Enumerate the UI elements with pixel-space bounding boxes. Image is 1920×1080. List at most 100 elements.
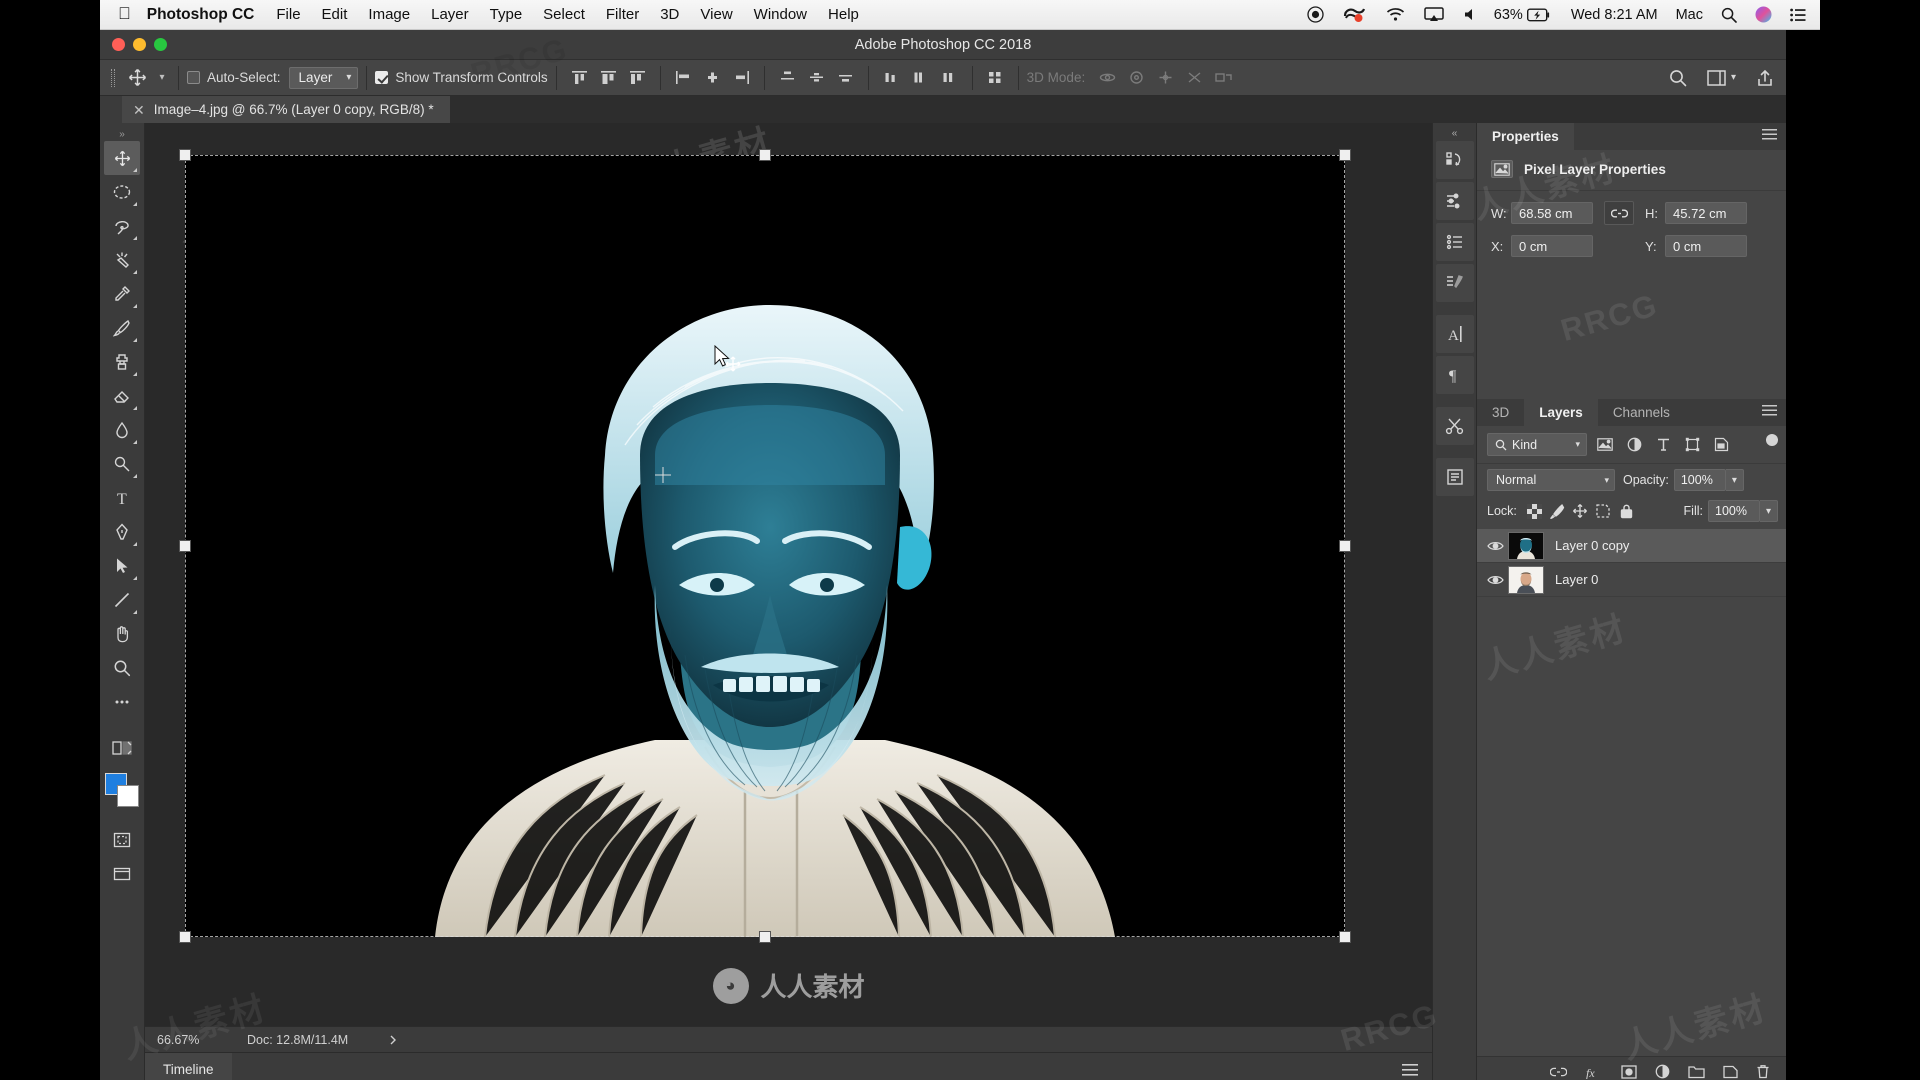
show-transform-controls-checkbox[interactable]	[375, 71, 389, 84]
distribute-top-icon[interactable]	[773, 65, 802, 91]
character-panel-button[interactable]: A	[1435, 315, 1474, 353]
move-tool-icon[interactable]	[120, 65, 154, 91]
history-panel-button[interactable]	[1435, 141, 1474, 179]
new-layer-icon[interactable]	[1723, 1065, 1738, 1079]
share-icon[interactable]	[1756, 69, 1774, 87]
tool-lasso[interactable]	[104, 209, 140, 243]
tool-dodge[interactable]	[104, 447, 140, 481]
battery-status[interactable]: 63%	[1494, 7, 1551, 23]
tab-layers[interactable]: Layers	[1524, 399, 1598, 426]
maximize-window-button[interactable]	[154, 38, 167, 51]
menu-filter[interactable]: Filter	[606, 6, 639, 23]
tool-type[interactable]: T	[104, 481, 140, 515]
blend-mode-dropdown[interactable]: Normal ▾	[1487, 469, 1615, 491]
transform-handle-tl[interactable]	[179, 149, 191, 161]
quick-mask-icon[interactable]	[104, 731, 140, 765]
table-row[interactable]: Layer 0	[1477, 563, 1786, 597]
link-icon[interactable]	[1604, 201, 1634, 225]
notification-center-icon[interactable]	[1790, 8, 1806, 22]
distribute-bottom-icon[interactable]	[831, 65, 860, 91]
layer-style-icon[interactable]: fx	[1585, 1065, 1603, 1079]
tool-hand[interactable]	[104, 617, 140, 651]
apple-icon[interactable]: 	[118, 4, 131, 24]
search-icon[interactable]	[1669, 69, 1687, 87]
tool-clone-stamp[interactable]	[104, 345, 140, 379]
tool-pen[interactable]	[104, 515, 140, 549]
tool-zoom[interactable]	[104, 651, 140, 685]
tool-more[interactable]	[104, 685, 140, 719]
panel-grip-icon[interactable]: »	[119, 127, 125, 141]
libraries-panel-button[interactable]	[1435, 264, 1474, 302]
fill-input[interactable]: 100%	[1708, 500, 1760, 522]
siri-icon[interactable]	[1755, 6, 1772, 23]
menu-type[interactable]: Type	[490, 6, 523, 23]
adjustments-panel-button[interactable]	[1435, 182, 1474, 220]
double-chevron-right-icon[interactable]: «	[1452, 125, 1458, 141]
menu-file[interactable]: File	[276, 6, 300, 23]
transform-handle-bc[interactable]	[759, 931, 771, 943]
workspace-icon[interactable]: ▾	[1707, 69, 1736, 86]
align-distribute-options-icon[interactable]	[981, 65, 1010, 91]
wifi-icon[interactable]	[1386, 7, 1405, 22]
distribute-horizontal-center-icon[interactable]	[906, 65, 935, 91]
close-window-button[interactable]	[112, 38, 125, 51]
lock-all-icon[interactable]	[1615, 500, 1638, 522]
delete-layer-icon[interactable]	[1756, 1064, 1770, 1079]
close-icon[interactable]: ✕	[133, 103, 145, 117]
eye-icon[interactable]	[1482, 540, 1508, 552]
layer-kind-dropdown[interactable]: Kind ▾	[1487, 433, 1587, 456]
notes-panel-button[interactable]	[1435, 458, 1474, 496]
menu-view[interactable]: View	[700, 6, 732, 23]
tool-preset-chevron-icon[interactable]: ▾	[154, 65, 170, 91]
transform-handle-mr[interactable]	[1339, 540, 1351, 552]
layer-thumbnail[interactable]	[1508, 531, 1544, 560]
add-mask-icon[interactable]	[1621, 1064, 1637, 1079]
panel-menu-icon[interactable]	[1762, 405, 1777, 417]
actions-panel-button[interactable]	[1435, 223, 1474, 261]
menu-clock[interactable]: Wed 8:21 AM	[1571, 7, 1658, 23]
tool-line[interactable]	[104, 583, 140, 617]
layer-name[interactable]: Layer 0 copy	[1555, 538, 1629, 553]
tool-blur[interactable]	[104, 413, 140, 447]
options-bar-grip[interactable]	[106, 65, 120, 91]
auto-select-dropdown[interactable]: Layer ▾	[288, 66, 359, 89]
eye-icon[interactable]	[1482, 574, 1508, 586]
lock-artboard-icon[interactable]	[1592, 500, 1615, 522]
menu-window[interactable]: Window	[754, 6, 807, 23]
document-tab[interactable]: ✕ Image–4.jpg @ 66.7% (Layer 0 copy, RGB…	[122, 96, 451, 123]
chevron-right-icon[interactable]	[388, 1034, 398, 1046]
menu-3d[interactable]: 3D	[660, 6, 679, 23]
transform-handle-tc[interactable]	[759, 149, 771, 161]
tab-3d[interactable]: 3D	[1477, 399, 1525, 426]
opacity-chevron-icon[interactable]: ▾	[1725, 469, 1744, 491]
app-name-label[interactable]: Photoshop CC	[147, 6, 255, 24]
screen-recording-icon[interactable]	[1343, 6, 1367, 23]
align-bottom-edges-icon[interactable]	[727, 65, 756, 91]
layer-thumbnail[interactable]	[1508, 565, 1544, 594]
canvas-area[interactable]: 人人素材 RRCG 人人素材 RRCG 人人素材 RRCG 人人素材 RRCG …	[145, 123, 1432, 1026]
transform-handle-ml[interactable]	[179, 540, 191, 552]
paragraph-panel-button[interactable]: ¶	[1435, 356, 1474, 394]
type-filter-icon[interactable]	[1652, 434, 1674, 456]
pixel-filter-icon[interactable]	[1594, 434, 1616, 456]
transform-handle-tr[interactable]	[1339, 149, 1351, 161]
scissors-icon[interactable]	[1435, 407, 1474, 445]
opacity-input[interactable]: 100%	[1673, 469, 1726, 491]
adjustment-layer-icon[interactable]	[1655, 1064, 1670, 1079]
tab-properties[interactable]: Properties	[1477, 123, 1574, 150]
color-swatches[interactable]	[103, 771, 141, 809]
menu-edit[interactable]: Edit	[322, 6, 348, 23]
tab-channels[interactable]: Channels	[1597, 399, 1685, 426]
table-row[interactable]: Layer 0 copy	[1477, 529, 1786, 563]
tool-brush[interactable]	[104, 311, 140, 345]
filter-toggle-icon[interactable]	[1765, 433, 1778, 456]
zoom-level[interactable]: 66.67%	[157, 1033, 247, 1047]
record-icon[interactable]	[1307, 6, 1324, 23]
new-group-icon[interactable]	[1688, 1065, 1705, 1079]
user-name-label[interactable]: Mac	[1676, 7, 1703, 23]
distribute-vertical-center-icon[interactable]	[802, 65, 831, 91]
screen-mode-icon[interactable]	[104, 823, 140, 857]
menu-layer[interactable]: Layer	[431, 6, 469, 23]
distribute-left-icon[interactable]	[877, 65, 906, 91]
adjustment-filter-icon[interactable]	[1623, 434, 1645, 456]
